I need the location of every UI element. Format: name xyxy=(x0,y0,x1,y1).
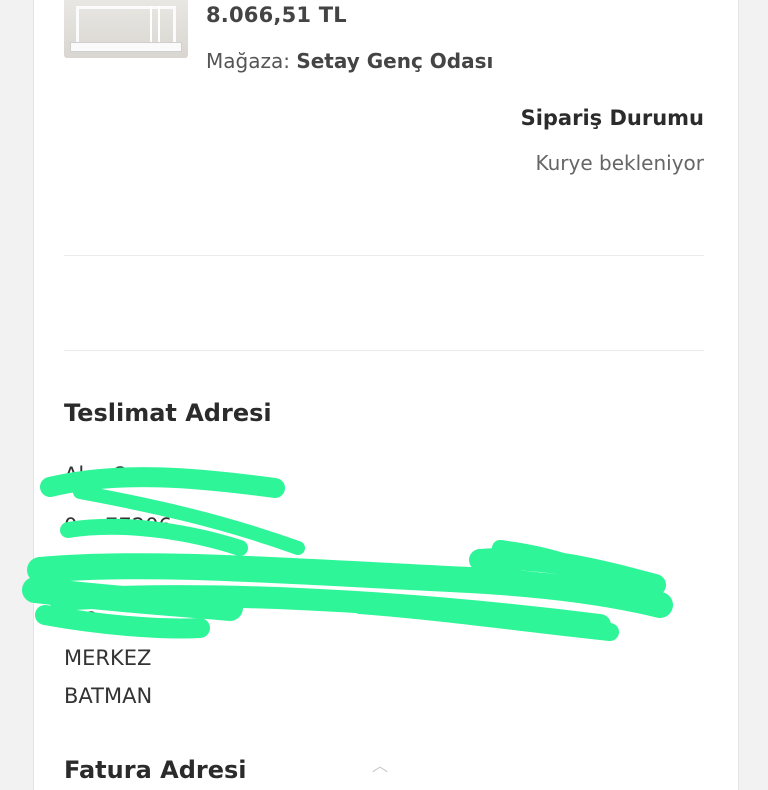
divider xyxy=(64,350,704,351)
product-thumbnail[interactable] xyxy=(64,0,188,58)
store-info: Mağaza: Setay Genç Odası xyxy=(206,49,493,73)
store-label: Mağaza: xyxy=(206,49,290,73)
address-phone: 0… 77206 xyxy=(64,514,172,538)
order-status-title: Sipariş Durumu xyxy=(520,106,704,130)
bed-frame-shape xyxy=(76,6,176,46)
address-city: BATMAN xyxy=(64,684,153,708)
bed-base-shape xyxy=(70,42,182,52)
billing-address-title: Fatura Adresi xyxy=(64,756,247,784)
divider xyxy=(64,255,704,256)
scroll-up-chevron-icon[interactable]: ︿ xyxy=(372,758,388,774)
store-name-link[interactable]: Setay Genç Odası xyxy=(296,49,493,73)
product-price: 8.066,51 TL xyxy=(206,3,347,27)
address-district: MERKEZ xyxy=(64,646,152,670)
bed-ladder-shape xyxy=(150,6,160,46)
address-line-4: …2 xyxy=(64,608,99,632)
address-name: Al… Onar xyxy=(64,463,164,487)
address-street: … xyxy=(64,566,85,590)
delivery-address-title: Teslimat Adresi xyxy=(64,399,272,427)
order-status-value: Kurye bekleniyor xyxy=(535,151,705,175)
